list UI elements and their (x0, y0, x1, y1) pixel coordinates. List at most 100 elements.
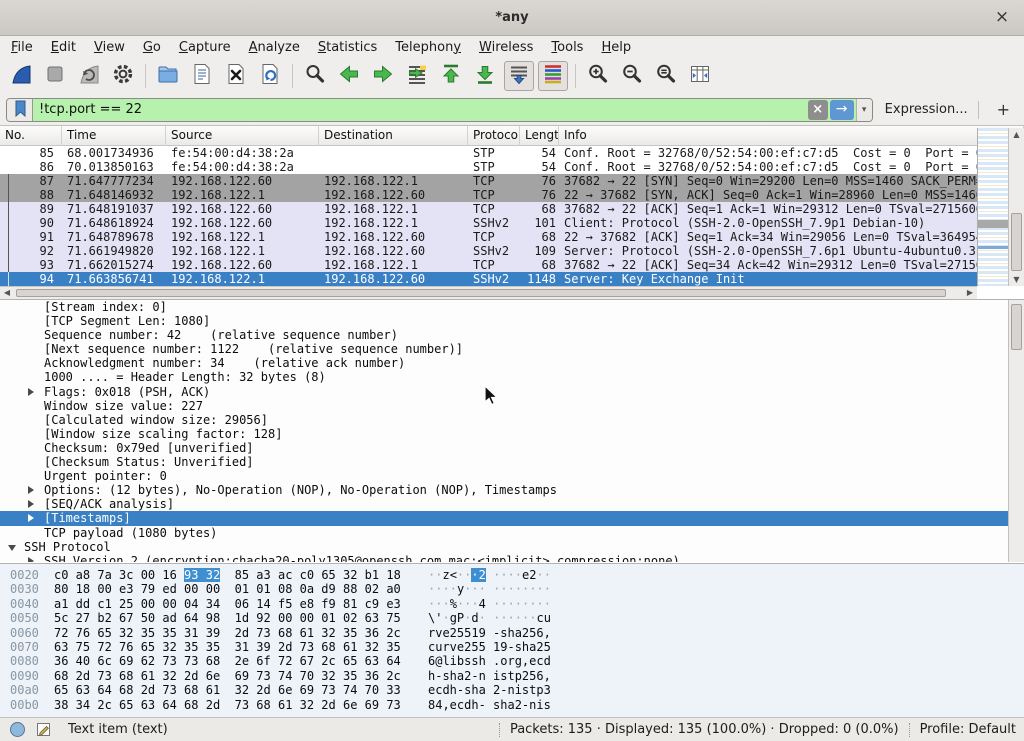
packet-row-87[interactable]: 8771.647777234192.168.122.60192.168.122.… (0, 174, 977, 188)
open-file-button[interactable] (153, 61, 183, 91)
menu-go[interactable]: Go (134, 38, 170, 57)
filter-bookmark-button[interactable] (7, 98, 33, 122)
stop-capture-button[interactable] (40, 61, 70, 91)
resize-columns-button[interactable] (685, 61, 715, 91)
packet-row-85[interactable]: 8568.001734936fe:54:00:d4:38:2aSTP54Conf… (0, 146, 977, 160)
detail-line[interactable]: SSH Version 2 (encryption:chacha20-poly1… (0, 554, 1024, 562)
zoom-100-button[interactable] (651, 61, 681, 91)
detail-line[interactable]: Options: (12 bytes), No-Operation (NOP),… (0, 483, 1024, 497)
detail-line[interactable]: Window size value: 227 (0, 399, 1024, 413)
detail-line[interactable]: Urgent pointer: 0 (0, 469, 1024, 483)
expand-icon[interactable] (28, 557, 34, 562)
detail-line[interactable]: [Calculated window size: 29056] (0, 413, 1024, 427)
menu-telephony[interactable]: Telephony (386, 38, 470, 57)
zoom-in-button[interactable] (583, 61, 613, 91)
packet-row-86[interactable]: 8670.013850163fe:54:00:d4:38:2aSTP54Conf… (0, 160, 977, 174)
menu-capture[interactable]: Capture (170, 38, 240, 57)
packet-row-91[interactable]: 9171.648789678192.168.122.1192.168.122.6… (0, 230, 977, 244)
menu-help[interactable]: Help (592, 38, 640, 57)
menu-wireless[interactable]: Wireless (470, 38, 542, 57)
start-capture-button[interactable] (6, 61, 36, 91)
column-header-destination[interactable]: Destination (319, 126, 468, 146)
go-back-button[interactable] (334, 61, 364, 91)
go-to-packet-button[interactable] (402, 61, 432, 91)
scroll-down-icon[interactable]: ▼ (1009, 273, 1024, 286)
restart-capture-button[interactable] (74, 61, 104, 91)
hex-row[interactable]: 0020c0 a8 7a 3c 00 16 93 32 85 a3 ac c0 … (0, 568, 1024, 582)
scroll-right-icon[interactable]: ▶ (963, 287, 977, 299)
detail-line[interactable]: [Window size scaling factor: 128] (0, 427, 1024, 441)
hex-row[interactable]: 003080 18 00 e3 79 ed 00 00 01 01 08 0a … (0, 582, 1024, 596)
hex-row[interactable]: 006072 76 65 32 35 35 31 39 2d 73 68 61 … (0, 626, 1024, 640)
collapse-icon[interactable] (8, 545, 16, 551)
packet-row-90[interactable]: 9071.648618924192.168.122.60192.168.122.… (0, 216, 977, 230)
find-packet-button[interactable] (300, 61, 330, 91)
scrollbar-thumb[interactable] (16, 289, 946, 297)
expand-icon[interactable] (28, 514, 34, 522)
detail-line[interactable]: [SEQ/ACK analysis] (0, 497, 1024, 511)
menu-statistics[interactable]: Statistics (309, 38, 386, 57)
hex-row[interactable]: 00505c 27 b2 67 50 ad 64 98 1d 92 00 00 … (0, 611, 1024, 625)
filter-dropdown-chevron-icon[interactable]: ▾ (856, 98, 872, 122)
close-icon[interactable]: × (990, 0, 1014, 36)
expert-info-icon[interactable] (9, 721, 26, 738)
column-header-source[interactable]: Source (166, 126, 319, 146)
reload-file-button[interactable] (255, 61, 285, 91)
detail-line[interactable]: SSH Protocol (0, 540, 1024, 554)
capture-options-button[interactable] (108, 61, 138, 91)
expand-icon[interactable] (28, 486, 34, 494)
go-last-button[interactable] (470, 61, 500, 91)
menu-file[interactable]: File (2, 38, 42, 57)
scrollbar-thumb[interactable] (1011, 304, 1022, 350)
packet-list-minimap[interactable] (977, 128, 1008, 286)
scrollbar-thumb[interactable] (1011, 213, 1022, 271)
go-first-button[interactable] (436, 61, 466, 91)
hex-row[interactable]: 0040a1 dd c1 25 00 00 04 34 06 14 f5 e8 … (0, 597, 1024, 611)
packet-list-vscrollbar[interactable]: ▲ ▼ (1008, 128, 1024, 286)
capture-comment-icon[interactable] (35, 721, 52, 738)
hex-row[interactable]: 008036 40 6c 69 62 73 73 68 2e 6f 72 67 … (0, 654, 1024, 668)
expand-icon[interactable] (28, 500, 34, 508)
status-profile[interactable]: Profile: Default (920, 722, 1016, 737)
detail-line[interactable]: Flags: 0x018 (PSH, ACK) (0, 385, 1024, 399)
column-header-protocol[interactable]: Protocol (468, 126, 520, 146)
packet-row-89[interactable]: 8971.648191037192.168.122.60192.168.122.… (0, 202, 977, 216)
display-filter-input[interactable] (33, 99, 806, 121)
detail-line[interactable]: [Checksum Status: Unverified] (0, 455, 1024, 469)
add-filter-button[interactable]: + (989, 100, 1018, 119)
zoom-out-button[interactable] (617, 61, 647, 91)
packet-row-93[interactable]: 9371.662015274192.168.122.60192.168.122.… (0, 258, 977, 272)
menu-edit[interactable]: Edit (42, 38, 85, 57)
column-header-no[interactable]: No. (0, 126, 62, 146)
menu-analyze[interactable]: Analyze (240, 38, 309, 57)
detail-line[interactable]: TCP payload (1080 bytes) (0, 526, 1024, 540)
packet-row-88[interactable]: 8871.648146932192.168.122.1192.168.122.6… (0, 188, 977, 202)
menu-tools[interactable]: Tools (542, 38, 592, 57)
hex-row[interactable]: 009068 2d 73 68 61 32 2d 6e 69 73 74 70 … (0, 669, 1024, 683)
go-forward-button[interactable] (368, 61, 398, 91)
detail-line[interactable]: [TCP Segment Len: 1080] (0, 314, 1024, 328)
save-file-button[interactable] (187, 61, 217, 91)
details-vscrollbar[interactable] (1008, 300, 1024, 562)
filter-apply-button[interactable]: → (830, 100, 854, 120)
hex-row[interactable]: 007063 75 72 76 65 32 35 35 31 39 2d 73 … (0, 640, 1024, 654)
detail-line[interactable]: Acknowledgment number: 34 (relative ack … (0, 356, 1024, 370)
close-file-button[interactable] (221, 61, 251, 91)
packet-row-94[interactable]: 9471.663856741192.168.122.1192.168.122.6… (0, 272, 977, 286)
detail-line[interactable]: [Next sequence number: 1122 (relative se… (0, 342, 1024, 356)
scroll-left-icon[interactable]: ◀ (0, 287, 14, 299)
packet-list-hscrollbar[interactable]: ◀ ▶ (0, 286, 977, 299)
column-header-time[interactable]: Time (62, 126, 166, 146)
filter-clear-button[interactable]: × (808, 100, 828, 120)
detail-line[interactable]: Sequence number: 42 (relative sequence n… (0, 328, 1024, 342)
column-header-info[interactable]: Info (559, 126, 1024, 146)
detail-line[interactable]: Checksum: 0x79ed [unverified] (0, 441, 1024, 455)
hex-row[interactable]: 00b038 34 2c 65 63 64 68 2d 73 68 61 32 … (0, 698, 1024, 712)
detail-line[interactable]: [Stream index: 0] (0, 300, 1024, 314)
auto-scroll-button[interactable] (504, 61, 534, 91)
menu-view[interactable]: View (85, 38, 134, 57)
expand-icon[interactable] (28, 388, 34, 396)
expression-button[interactable]: Expression... (885, 102, 968, 117)
detail-line[interactable]: [Timestamps] (0, 511, 1024, 525)
column-header-length[interactable]: Length (520, 126, 559, 146)
